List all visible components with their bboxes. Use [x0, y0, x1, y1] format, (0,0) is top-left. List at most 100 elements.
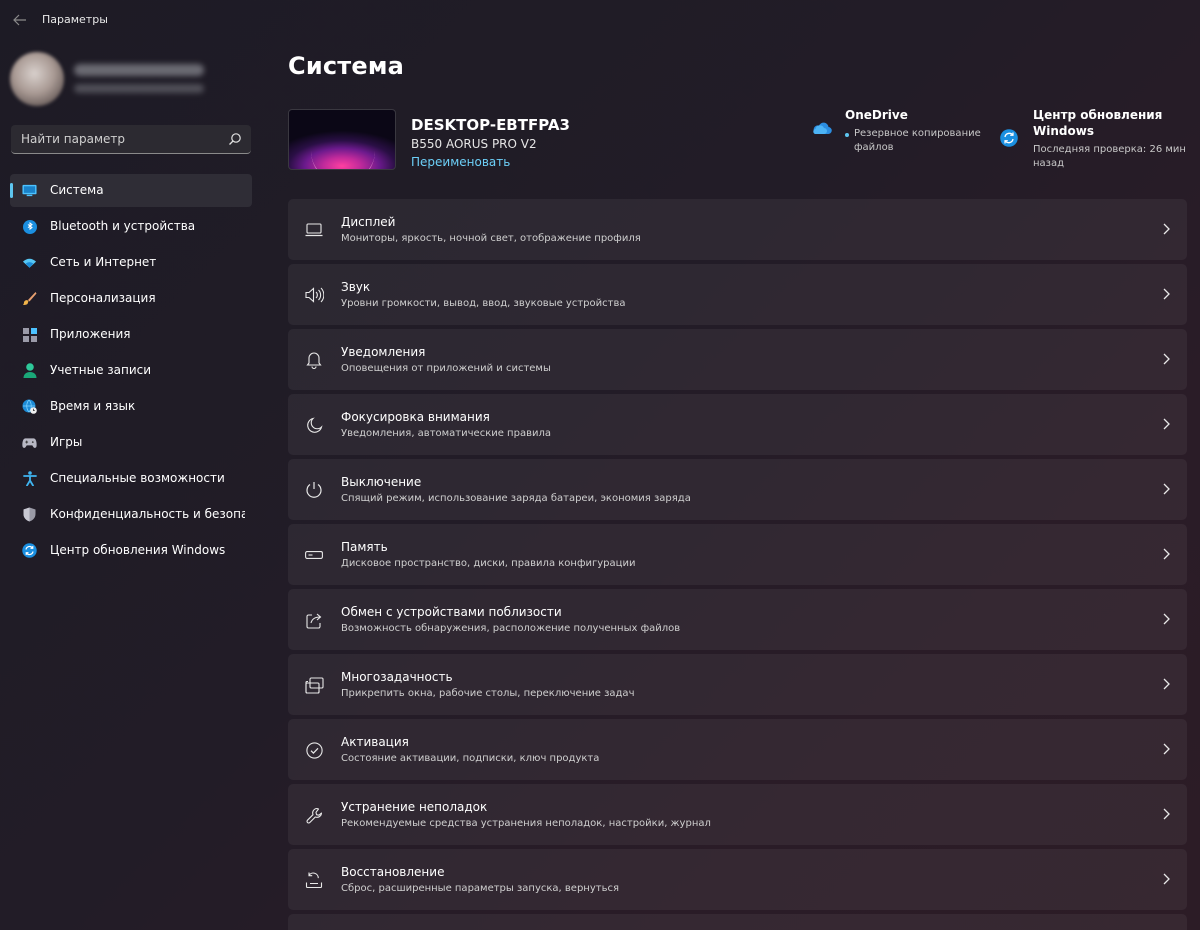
sidebar-item-label: Приложения: [50, 327, 131, 341]
power-icon: [304, 480, 324, 500]
row-title: Устранение неполадок: [341, 800, 488, 814]
avatar: [10, 52, 64, 106]
update-title: Центр обновления Windows: [1033, 108, 1163, 138]
settings-row-activation[interactable]: Активация Состояние активации, подписки,…: [288, 719, 1187, 780]
sidebar-item-label: Центр обновления Windows: [50, 543, 226, 557]
recovery-icon: [304, 870, 324, 890]
row-description: Спящий режим, использование заряда батар…: [341, 493, 691, 504]
sidebar-item-windows-update[interactable]: Центр обновления Windows: [10, 534, 252, 567]
row-title: Звук: [341, 280, 371, 294]
sidebar-item-system[interactable]: Система: [10, 174, 252, 207]
multitask-icon: [304, 675, 324, 695]
sidebar-item-personalization[interactable]: Персонализация: [10, 282, 252, 315]
settings-row-multitasking[interactable]: Многозадачность Прикрепить окна, рабочие…: [288, 654, 1187, 715]
monitor-icon: [22, 183, 37, 198]
sidebar-item-bluetooth[interactable]: Bluetooth и устройства: [10, 210, 252, 243]
cloud-icon: [813, 122, 832, 135]
device-name: DESKTOP-EBTFPA3: [411, 116, 570, 134]
row-description: Прикрепить окна, рабочие столы, переключ…: [341, 688, 635, 699]
status-dot: [845, 133, 849, 137]
sidebar-item-accessibility[interactable]: Специальные возможности: [10, 462, 252, 495]
settings-row-focus-assist[interactable]: Фокусировка внимания Уведомления, автома…: [288, 394, 1187, 455]
row-description: Состояние активации, подписки, ключ прод…: [341, 753, 600, 764]
row-description: Рекомендуемые средства устранения непола…: [341, 818, 711, 829]
chevron-right-icon: [1160, 418, 1172, 430]
chevron-right-icon: [1160, 353, 1172, 365]
title-bar: Параметры: [0, 0, 1200, 40]
row-description: Возможность обнаружения, расположение по…: [341, 623, 681, 634]
settings-row-display[interactable]: Дисплей Мониторы, яркость, ночной свет, …: [288, 199, 1187, 260]
onedrive-quick-action[interactable]: OneDrive Резервное копирование файлов: [808, 106, 988, 166]
apps-icon: [22, 327, 37, 342]
sidebar-item-network[interactable]: Сеть и Интернет: [10, 246, 252, 279]
chevron-right-icon: [1160, 678, 1172, 690]
row-title: Дисплей: [341, 215, 396, 229]
chevron-right-icon: [1160, 548, 1172, 560]
account-icon: [22, 363, 37, 378]
settings-row-notifications[interactable]: Уведомления Оповещения от приложений и с…: [288, 329, 1187, 390]
settings-row-nearby-sharing[interactable]: Обмен с устройствами поблизости Возможно…: [288, 589, 1187, 650]
sidebar-item-gaming[interactable]: Игры: [10, 426, 252, 459]
sidebar-item-label: Сеть и Интернет: [50, 255, 157, 269]
chevron-right-icon: [1160, 743, 1172, 755]
profile-name-blurred: [74, 64, 204, 76]
bell-icon: [304, 350, 324, 370]
device-model: B550 AORUS PRO V2: [411, 137, 537, 151]
globe-clock-icon: [22, 399, 37, 414]
row-description: Мониторы, яркость, ночной свет, отображе…: [341, 233, 641, 244]
row-description: Оповещения от приложений и системы: [341, 363, 551, 374]
row-title: Активация: [341, 735, 409, 749]
search-input[interactable]: [11, 125, 223, 153]
chevron-right-icon: [1160, 483, 1172, 495]
sidebar-item-label: Bluetooth и устройства: [50, 219, 196, 233]
onedrive-subtitle: Резервное копирование файлов: [854, 128, 981, 153]
sidebar-nav: Система Bluetooth и устройства Сеть и Ин…: [10, 174, 252, 570]
share-icon: [304, 610, 324, 630]
row-title: Фокусировка внимания: [341, 410, 490, 424]
wifi-icon: [22, 255, 37, 270]
update-icon: [1000, 129, 1018, 147]
rename-link[interactable]: Переименовать: [411, 155, 510, 169]
storage-icon: [304, 545, 324, 565]
chevron-right-icon: [1160, 223, 1172, 235]
settings-row-partial[interactable]: [288, 914, 1187, 930]
profile-email-blurred: [74, 84, 204, 93]
sidebar-item-label: Персонализация: [50, 291, 156, 305]
row-title: Выключение: [341, 475, 422, 489]
sidebar-item-time-language[interactable]: Время и язык: [10, 390, 252, 423]
sidebar-item-label: Время и язык: [50, 399, 136, 413]
settings-row-recovery[interactable]: Восстановление Сброс, расширенные параме…: [288, 849, 1187, 910]
row-title: Многозадачность: [341, 670, 453, 684]
shield-icon: [22, 507, 37, 522]
sidebar-item-accounts[interactable]: Учетные записи: [10, 354, 252, 387]
main-content: Система DESKTOP-EBTFPA3 B550 AORUS PRO V…: [288, 40, 1188, 930]
bluetooth-icon: [22, 219, 37, 234]
check-circle-icon: [304, 740, 324, 760]
arrow-left-icon: [13, 14, 26, 26]
user-profile[interactable]: [10, 50, 255, 110]
brush-icon: [22, 291, 37, 306]
sidebar-item-privacy[interactable]: Конфиденциальность и безопас: [10, 498, 252, 531]
sidebar-item-label: Учетные записи: [50, 363, 152, 377]
search-icon[interactable]: [228, 132, 242, 146]
chevron-right-icon: [1160, 808, 1172, 820]
back-button[interactable]: [10, 10, 30, 30]
settings-row-troubleshoot[interactable]: Устранение неполадок Рекомендуемые средс…: [288, 784, 1187, 845]
device-wallpaper-thumbnail: [288, 109, 396, 170]
row-description: Дисковое пространство, диски, правила ко…: [341, 558, 636, 569]
sidebar-item-apps[interactable]: Приложения: [10, 318, 252, 351]
display-icon: [304, 220, 324, 240]
search-box[interactable]: [11, 125, 251, 154]
settings-list: Дисплей Мониторы, яркость, ночной свет, …: [288, 199, 1187, 930]
sidebar-item-label: Конфиденциальность и безопас: [50, 507, 245, 521]
row-title: Обмен с устройствами поблизости: [341, 605, 562, 619]
settings-row-storage[interactable]: Память Дисковое пространство, диски, пра…: [288, 524, 1187, 585]
speaker-icon: [304, 285, 324, 305]
chevron-right-icon: [1160, 288, 1172, 300]
windows-update-quick-action[interactable]: Центр обновления Windows Последняя прове…: [1000, 106, 1188, 176]
moon-icon: [304, 415, 324, 435]
sidebar: Система Bluetooth и устройства Сеть и Ин…: [0, 40, 262, 930]
settings-row-sound[interactable]: Звук Уровни громкости, вывод, ввод, звук…: [288, 264, 1187, 325]
accessibility-icon: [22, 471, 37, 486]
settings-row-power[interactable]: Выключение Спящий режим, использование з…: [288, 459, 1187, 520]
